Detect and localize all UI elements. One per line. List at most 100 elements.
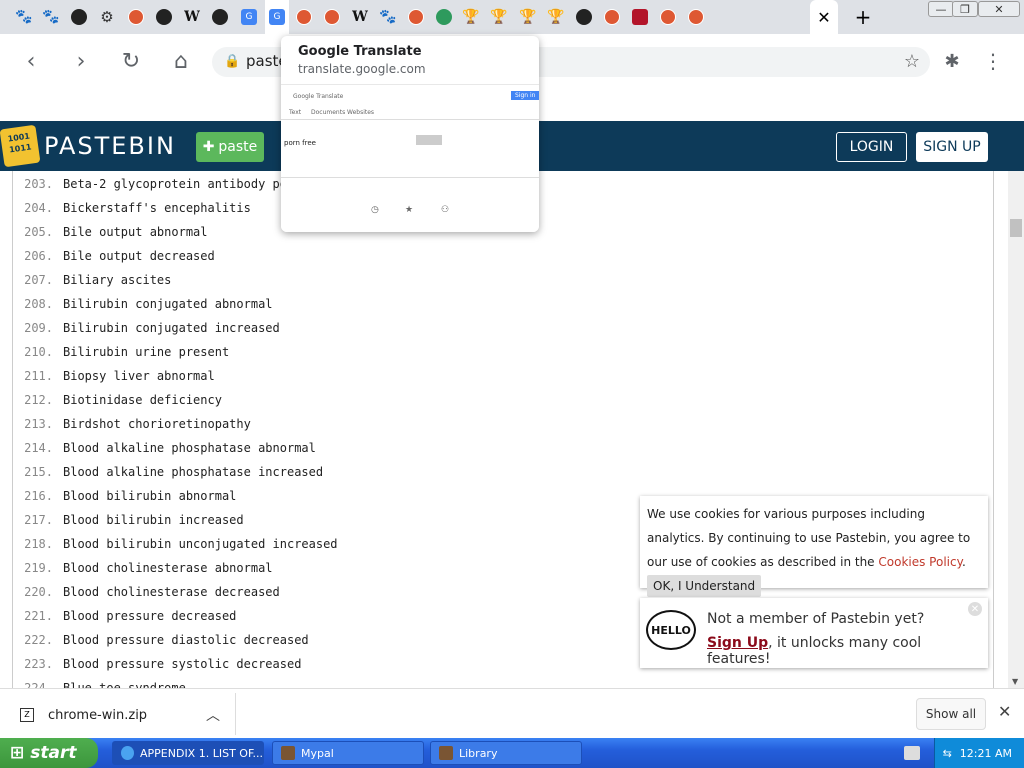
taskbar-item-library[interactable]: Library — [430, 741, 582, 765]
line-text: Biotinidase deficiency — [63, 393, 222, 407]
menu-icon[interactable]: ⋮ — [978, 46, 1008, 76]
extensions-icon[interactable]: ✱ — [937, 46, 967, 76]
clock[interactable]: 12:21 AM — [960, 747, 1012, 760]
tab-18[interactable]: 🏆 — [516, 5, 540, 29]
line-number: 219. — [24, 561, 53, 575]
forward-button[interactable]: › — [66, 46, 96, 76]
tab-8[interactable]: G — [237, 5, 261, 29]
keyboard-icon[interactable] — [904, 746, 920, 760]
home-button[interactable]: ⌂ — [166, 46, 196, 76]
tab-5[interactable] — [152, 5, 176, 29]
scroll-down-arrow-icon[interactable]: ▼ — [1012, 677, 1018, 686]
tab-0[interactable]: 🐾 — [12, 5, 36, 29]
close-icon[interactable]: ✕ — [968, 602, 982, 616]
tab-19[interactable]: 🏆 — [544, 5, 568, 29]
taskbar-item-mypal[interactable]: Mypal — [272, 741, 424, 765]
wikipedia-icon: W — [184, 9, 200, 25]
line-number: 204. — [24, 201, 53, 215]
line-number: 213. — [24, 417, 53, 431]
tab-6[interactable]: W — [180, 5, 204, 29]
system-tray: ⇆ 12:21 AM — [934, 738, 1024, 768]
tab-13[interactable]: 🐾 — [376, 5, 400, 29]
cookies-policy-link[interactable]: Cookies Policy — [878, 555, 962, 569]
trophy-icon: 🏆 — [462, 9, 480, 25]
tab-3[interactable]: ⚙ — [95, 5, 119, 29]
line-number: 221. — [24, 609, 53, 623]
signup-button[interactable]: SIGN UP — [916, 132, 988, 162]
minimize-button[interactable]: — — [928, 1, 954, 17]
show-all-downloads-button[interactable]: Show all — [916, 698, 986, 730]
reload-button[interactable]: ↻ — [116, 46, 146, 76]
tab-23[interactable] — [656, 5, 680, 29]
task-label: APPENDIX 1. LIST OF... — [140, 746, 263, 760]
tab-17[interactable]: 🏆 — [487, 5, 511, 29]
paste-line: 214. Blood alkaline phosphatase abnormal — [13, 435, 993, 459]
preview-mode-websites: Websites — [347, 109, 375, 116]
download-filename[interactable]: chrome-win.zip — [48, 708, 147, 723]
new-tab-button[interactable]: + — [851, 5, 875, 29]
chevron-up-icon[interactable]: ︿ — [206, 705, 220, 725]
preview-sign-in: Sign in — [511, 91, 539, 100]
taskbar-item-appendix[interactable]: APPENDIX 1. LIST OF... — [112, 741, 264, 765]
preview-source-text: porn free — [284, 139, 316, 147]
duckduckgo-icon — [660, 9, 676, 25]
scrollbar-thumb[interactable] — [1010, 219, 1022, 237]
pastebin-logo-icon[interactable]: 1001 1011 — [0, 124, 41, 168]
duckduckgo-icon — [604, 9, 620, 25]
bookmark-star-icon[interactable]: ☆ — [904, 51, 920, 72]
tab-2[interactable] — [67, 5, 91, 29]
preview-saved-icon: ★ — [405, 205, 414, 215]
tab-12[interactable]: W — [348, 5, 372, 29]
line-text: Blood cholinesterase decreased — [63, 585, 280, 599]
line-number: 215. — [24, 465, 53, 479]
tab-11[interactable] — [320, 5, 344, 29]
close-download-shelf-icon[interactable]: ✕ — [998, 702, 1011, 721]
vertical-scrollbar[interactable]: ▼ — [1008, 171, 1024, 688]
tab-20[interactable] — [572, 5, 596, 29]
line-text: Blue toe syndrome — [63, 681, 186, 688]
line-number: 209. — [24, 321, 53, 335]
duckduckgo-icon — [688, 9, 704, 25]
tab-14[interactable] — [404, 5, 428, 29]
preview-mode-text: Text — [289, 109, 302, 116]
logo-badge: 1001 1011 — [7, 131, 32, 155]
start-button[interactable]: ⊞ start — [0, 738, 98, 768]
back-button[interactable]: ‹ — [16, 46, 46, 76]
line-number: 218. — [24, 537, 53, 551]
line-text: Blood pressure decreased — [63, 609, 237, 623]
tab-21[interactable] — [600, 5, 624, 29]
preview-community-icon: ⚇ — [441, 205, 450, 215]
close-tab-icon[interactable]: ✕ — [812, 5, 836, 29]
tab-16[interactable]: 🏆 — [459, 5, 483, 29]
tab-15[interactable] — [432, 5, 456, 29]
promo-signup-link[interactable]: Sign Up — [707, 635, 768, 651]
mypal-icon — [281, 746, 295, 760]
line-number: 210. — [24, 345, 53, 359]
globe-icon — [212, 9, 228, 25]
line-number: 203. — [24, 177, 53, 191]
line-number: 207. — [24, 273, 53, 287]
line-text: Blood bilirubin unconjugated increased — [63, 537, 338, 551]
hover-card-preview: Google Translate Sign in Text Documents … — [281, 84, 539, 232]
download-item[interactable]: Z chrome-win.zip ︿ — [14, 693, 236, 735]
tab-1[interactable]: 🐾 — [39, 5, 63, 29]
line-text: Blood alkaline phosphatase abnormal — [63, 441, 316, 455]
network-icon[interactable]: ⇆ — [943, 747, 952, 760]
restore-button[interactable]: ❐ — [952, 1, 978, 17]
line-text: Beta-2 glycoprotein antibody po — [63, 177, 287, 191]
tab-24[interactable] — [684, 5, 708, 29]
tab-22[interactable] — [628, 5, 652, 29]
login-button[interactable]: LOGIN — [836, 132, 907, 162]
trophy-icon: 🏆 — [519, 9, 537, 25]
window-close-button[interactable]: ✕ — [978, 1, 1020, 17]
paw-icon: 🐾 — [15, 9, 33, 25]
tab-9[interactable]: G — [265, 0, 289, 34]
promo-line2: Sign Up, it unlocks many cool features! — [707, 635, 988, 667]
tab-10[interactable] — [292, 5, 316, 29]
new-paste-button[interactable]: ✚ paste — [196, 132, 264, 162]
tab-4[interactable] — [124, 5, 148, 29]
wikipedia-icon: W — [352, 9, 368, 25]
site-logo-text[interactable]: PASTEBIN — [44, 132, 176, 160]
cookie-accept-button[interactable]: OK, I Understand — [647, 575, 762, 597]
tab-7[interactable] — [208, 5, 232, 29]
